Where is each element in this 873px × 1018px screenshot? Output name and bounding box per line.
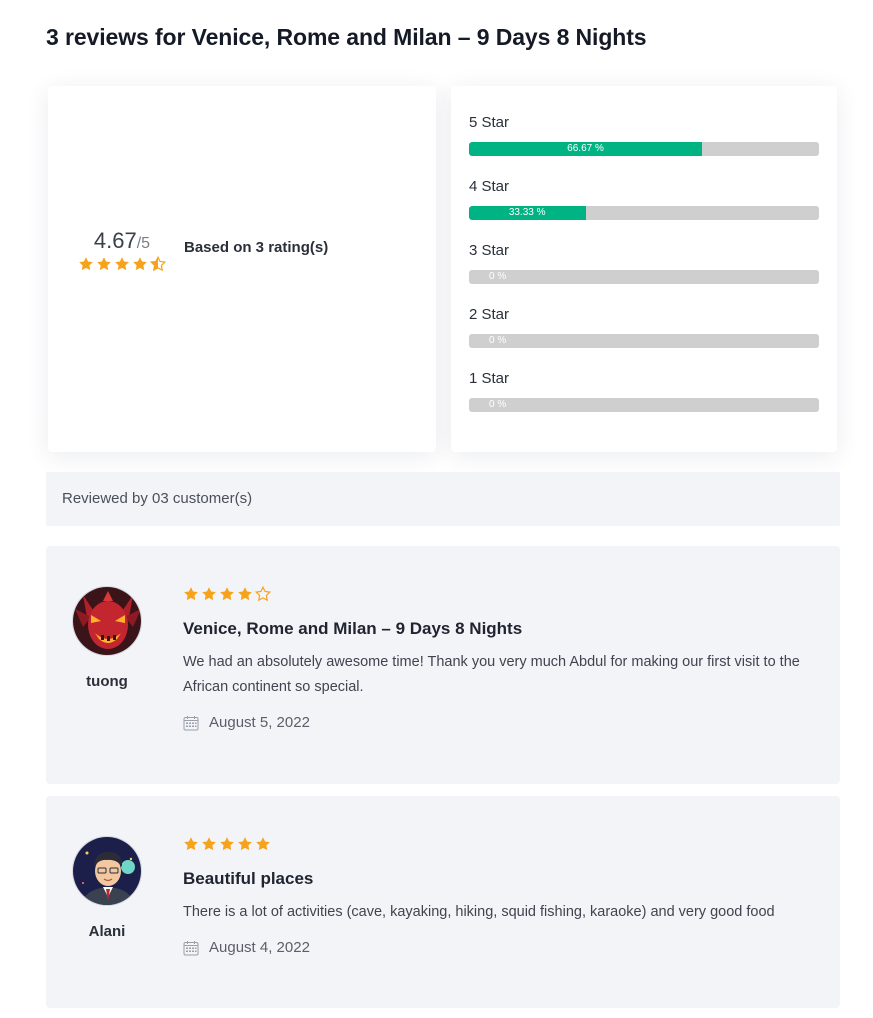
reviewed-by-strip: Reviewed by 03 customer(s)	[46, 472, 840, 526]
rating-bar-4-star: 4 Star 33.33 %	[469, 178, 819, 220]
star-full-icon	[183, 586, 199, 602]
rating-bar-percent: 0 %	[489, 399, 507, 410]
star-full-icon	[237, 836, 253, 852]
star-full-icon	[183, 836, 199, 852]
based-on-rating-count: Based on 3 rating(s)	[184, 239, 329, 256]
reviews-section-title: 3 reviews for Venice, Rome and Milan – 9…	[46, 24, 647, 50]
man-avatar-icon	[73, 837, 141, 905]
rating-bar-percent: 0 %	[489, 271, 507, 282]
star-empty-icon	[254, 585, 272, 602]
review-rating-stars	[183, 585, 272, 602]
rating-bar-label: 3 Star	[469, 242, 510, 259]
demon-avatar-icon	[73, 587, 141, 655]
review-rating-stars	[183, 836, 271, 852]
review-card: Alani Beautiful places There is a lot of…	[46, 796, 840, 1008]
reviewer-avatar[interactable]	[72, 836, 142, 906]
review-date: August 4, 2022	[183, 939, 310, 956]
rating-bar-track: 0 %	[469, 398, 819, 412]
calendar-icon	[183, 715, 199, 731]
rating-bar-2-star: 2 Star 0 %	[469, 306, 819, 348]
review-date-text: August 5, 2022	[209, 714, 310, 731]
star-half-icon	[149, 255, 167, 272]
average-score: 4.67/5	[78, 228, 166, 254]
rating-bar-percent: 0 %	[489, 335, 507, 346]
star-full-icon	[255, 836, 271, 852]
star-full-icon	[201, 586, 217, 602]
rating-bar-percent: 33.33 %	[508, 207, 546, 218]
rating-bar-track: 0 %	[469, 334, 819, 348]
rating-bar-label: 4 Star	[469, 178, 510, 195]
average-score-block: 4.67/5	[78, 228, 167, 272]
review-date-text: August 4, 2022	[209, 939, 310, 956]
star-full-icon	[237, 586, 253, 602]
star-full-icon	[219, 836, 235, 852]
star-full-icon	[219, 586, 235, 602]
rating-breakdown-panel: 5 Star 66.67 % 4 Star 33.33 % 3 Star 0 %…	[451, 86, 837, 452]
rating-bar-label: 2 Star	[469, 306, 510, 323]
rating-bar-track: 0 %	[469, 270, 819, 284]
review-title: Beautiful places	[183, 869, 314, 888]
review-date: August 5, 2022	[183, 714, 310, 731]
rating-bar-label: 5 Star	[469, 114, 510, 131]
rating-bar-label: 1 Star	[469, 370, 510, 387]
reviewed-by-count: Reviewed by 03 customer(s)	[62, 490, 253, 507]
score-value: 4.67	[93, 228, 137, 253]
rating-bar-percent: 66.67 %	[567, 143, 604, 154]
review-body: There is a lot of activities (cave, kaya…	[183, 904, 775, 920]
average-rating-stars	[78, 255, 167, 272]
score-max: /5	[136, 235, 151, 252]
reviewer-name: Alani	[88, 923, 126, 940]
rating-summary-panel: 4.67/5 Based on 3 rating(s)	[48, 86, 436, 452]
star-full-icon	[96, 256, 112, 272]
review-body: We had an absolutely awesome time! Thank…	[183, 654, 800, 695]
rating-bar-track: 66.67 %	[469, 142, 819, 156]
star-full-icon	[201, 836, 217, 852]
star-full-icon	[78, 256, 94, 272]
reviewer-avatar[interactable]	[72, 586, 142, 656]
star-full-icon	[114, 256, 130, 272]
reviewer-name: tuong	[86, 673, 128, 690]
rating-bar-3-star: 3 Star 0 %	[469, 242, 819, 284]
rating-bar-1-star: 1 Star 0 %	[469, 370, 819, 412]
review-title: Venice, Rome and Milan – 9 Days 8 Nights	[183, 619, 523, 638]
rating-bar-track: 33.33 %	[469, 206, 819, 220]
review-card: tuong Venice, Rome and Milan – 9 Days 8 …	[46, 546, 840, 784]
rating-bar-5-star: 5 Star 66.67 %	[469, 114, 819, 156]
star-full-icon	[132, 256, 148, 272]
calendar-icon	[183, 940, 199, 956]
